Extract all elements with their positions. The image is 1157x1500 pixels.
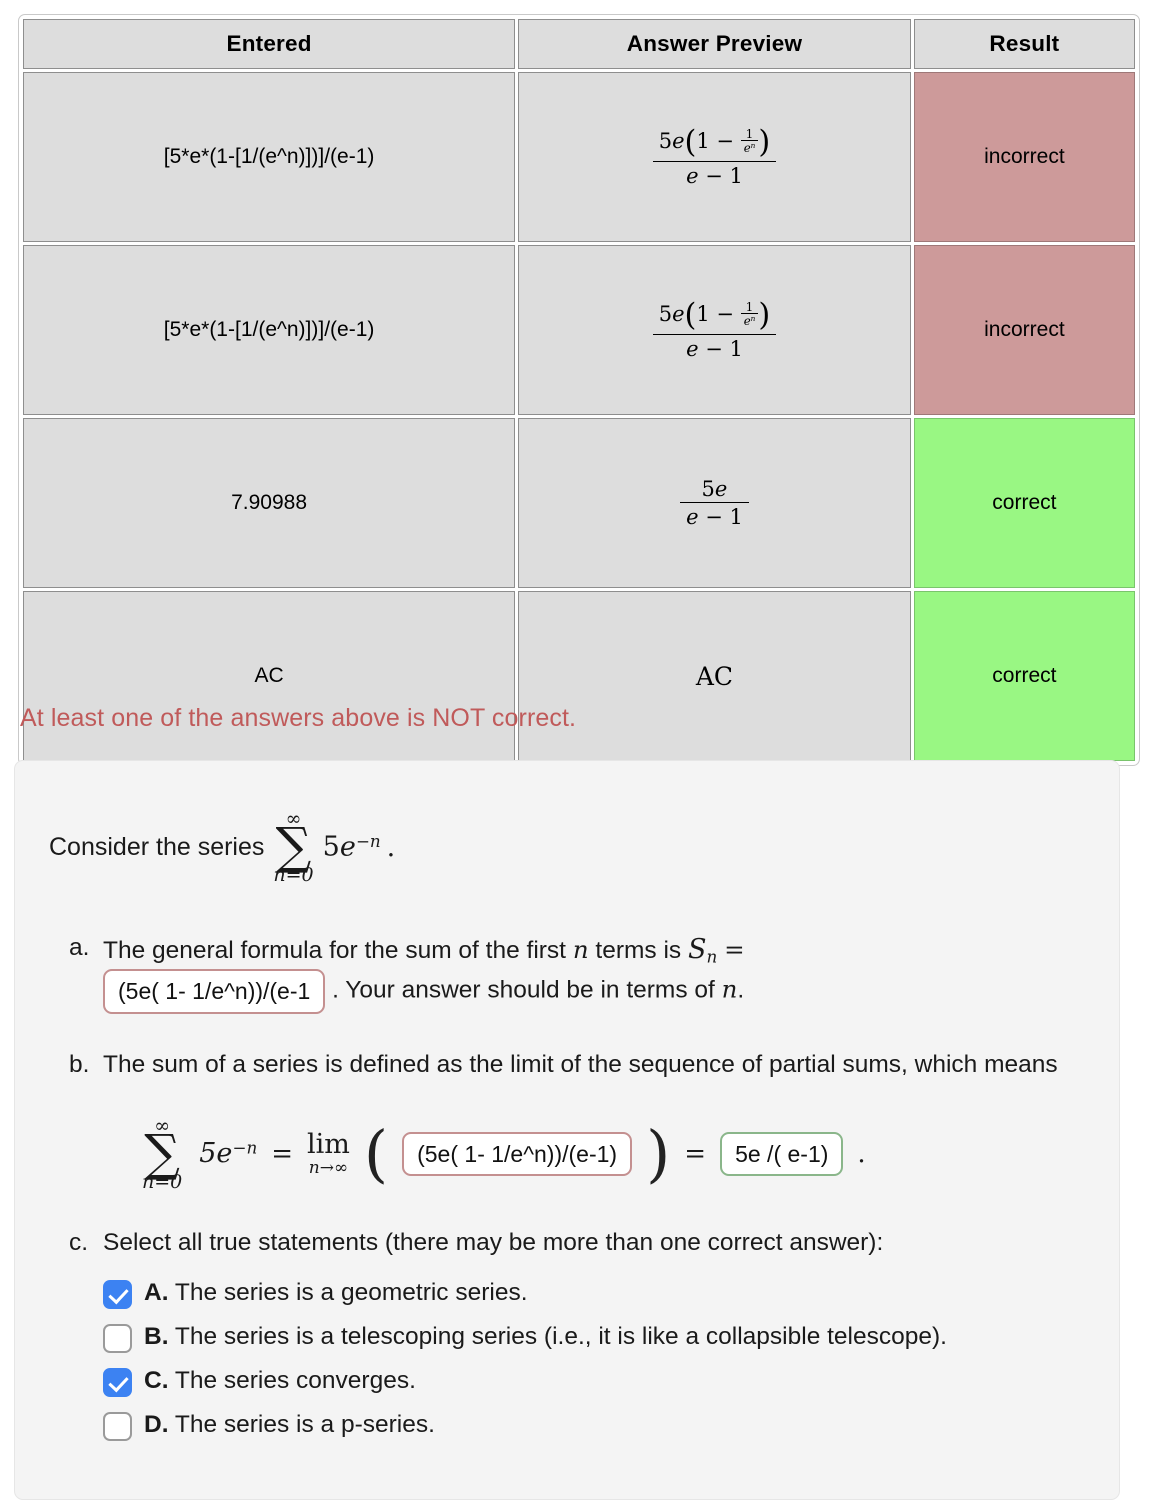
equals-sign-2: = (684, 1138, 707, 1169)
choice-c[interactable]: C. The series converges. (103, 1366, 1089, 1398)
entered-value: [5*e*(1-[1/(e^n)])]/(e-1) (23, 72, 516, 242)
choice-b[interactable]: B. The series is a telescoping series (i… (103, 1322, 1089, 1354)
part-a-var-n-2: n (721, 975, 738, 1005)
table-row: [5*e*(1-[1/(e^n)])]/(e-1) 5e(1 − 1 en) e … (23, 72, 1135, 242)
choice-b-text: The series is a telescoping series (i.e.… (174, 1323, 947, 1351)
part-c-marker: c. (69, 1228, 89, 1256)
part-a-equals: = (724, 935, 745, 964)
choice-c-text: The series converges. (174, 1367, 416, 1395)
result-status: correct (913, 591, 1135, 761)
table-row: 7.90988 5e e − 1 correct (23, 418, 1135, 588)
result-status: incorrect (913, 72, 1135, 242)
answer-preview: 5e e − 1 (518, 418, 911, 588)
part-a: a. The general formula for the sum of th… (45, 931, 1089, 1014)
choice-d-letter: D. (144, 1411, 169, 1439)
checkbox-c-checked-icon[interactable] (103, 1368, 132, 1398)
answer-preview: 5e(1 − 1 en) e − 1 (518, 72, 911, 242)
series-period: . (386, 831, 396, 863)
equation-term: 5e−n (199, 1137, 258, 1169)
equation-period: . (857, 1138, 866, 1169)
problem-parts: a. The general formula for the sum of th… (45, 931, 1089, 1442)
choice-d[interactable]: D. The series is a p-series. (103, 1410, 1089, 1442)
choice-b-label: B. The series is a telescoping series (i… (144, 1322, 947, 1351)
sigma-icon: ∑ (144, 1123, 180, 1182)
part-a-text-mid: terms is (595, 937, 682, 964)
column-header-result: Result (913, 19, 1135, 69)
choice-c-label: C. The series converges. (144, 1366, 416, 1395)
column-header-entered: Entered (23, 19, 516, 69)
part-a-answer-input[interactable]: (5e( 1- 1/e^n))/(e-1 (103, 969, 326, 1014)
part-b-limit-answer-input[interactable]: (5e( 1- 1/e^n))/(e-1) (402, 1131, 633, 1177)
part-a-text-after: . Your answer should be in terms of (332, 977, 715, 1005)
limit-subscript: n→∞ (308, 1158, 349, 1179)
column-header-answer-preview: Answer Preview (518, 19, 911, 69)
choice-b-letter: B. (144, 1323, 169, 1351)
part-b-result-answer-input[interactable]: 5e /( e-1) (720, 1131, 844, 1177)
part-b: b. The sum of a series is defined as the… (45, 1048, 1089, 1192)
entered-value: [5*e*(1-[1/(e^n)])]/(e-1) (23, 245, 516, 415)
choice-d-label: D. The series is a p-series. (144, 1410, 435, 1439)
open-paren: ( (363, 1116, 389, 1190)
table-header-row: Entered Answer Preview Result (23, 19, 1135, 69)
series-term: 5e−n (322, 831, 381, 863)
checkbox-b-unchecked-icon[interactable] (103, 1324, 132, 1354)
choices-list: A. The series is a geometric series. B. … (103, 1278, 1089, 1442)
series-intro-label: Consider the series (49, 832, 265, 861)
results-table: Entered Answer Preview Result [5*e*(1-[1… (18, 14, 1140, 766)
result-status: correct (913, 418, 1135, 588)
sum-lower-limit: n=0 (142, 1170, 183, 1193)
results-table-container: Entered Answer Preview Result [5*e*(1-[1… (18, 14, 1140, 766)
part-a-marker: a. (69, 934, 90, 961)
choice-a[interactable]: A. The series is a geometric series. (103, 1278, 1089, 1310)
limit-operator: lim n→∞ (307, 1131, 350, 1177)
part-b-text: The sum of a series is defined as the li… (103, 1050, 1058, 1078)
entered-value: 7.90988 (23, 418, 516, 588)
part-b-marker: b. (69, 1050, 90, 1078)
part-b-equation: ∞ ∑ n=0 5e−n = lim n→∞ ( (5e( 1- 1/e^n))… (139, 1116, 1089, 1193)
part-a-text-before: The general formula for the sum of the f… (103, 937, 566, 964)
equals-sign-1: = (271, 1138, 294, 1169)
result-status: incorrect (913, 245, 1135, 415)
close-paren: ) (646, 1116, 671, 1190)
series-intro: Consider the series ∞ ∑ n=0 5e−n. (49, 799, 1089, 895)
problem-panel: Consider the series ∞ ∑ n=0 5e−n. a. The… (14, 760, 1120, 1500)
entered-value: AC (23, 591, 516, 761)
summation-symbol: ∞ ∑ n=0 (142, 1116, 183, 1193)
choice-a-letter: A. (144, 1279, 169, 1307)
checkbox-d-unchecked-icon[interactable] (103, 1412, 132, 1442)
choice-a-label: A. The series is a geometric series. (144, 1278, 528, 1307)
part-c-text: Select all true statements (there may be… (103, 1228, 884, 1256)
table-row: AC AC correct (23, 591, 1135, 761)
part-a-symbol-S: Sn (687, 934, 718, 967)
choice-d-text: The series is a p-series. (174, 1411, 435, 1439)
part-c: c. Select all true statements (there may… (45, 1226, 1089, 1442)
answer-preview: 5e(1 − 1 en) e − 1 (518, 245, 911, 415)
table-row: [5*e*(1-[1/(e^n)])]/(e-1) 5e(1 − 1 en) e … (23, 245, 1135, 415)
sigma-icon: ∑ (275, 816, 312, 875)
limit-label: lim (307, 1129, 350, 1161)
choice-c-letter: C. (144, 1367, 169, 1395)
checkbox-a-checked-icon[interactable] (103, 1280, 132, 1310)
choice-a-text: The series is a geometric series. (174, 1279, 528, 1307)
part-a-var-n: n (572, 935, 589, 964)
sum-lower-limit: n=0 (273, 863, 314, 886)
answer-preview: AC (518, 591, 911, 761)
summation-symbol: ∞ ∑ n=0 (273, 809, 314, 886)
part-a-period: . (737, 977, 745, 1005)
incorrect-answers-notice: At least one of the answers above is NOT… (20, 704, 577, 732)
